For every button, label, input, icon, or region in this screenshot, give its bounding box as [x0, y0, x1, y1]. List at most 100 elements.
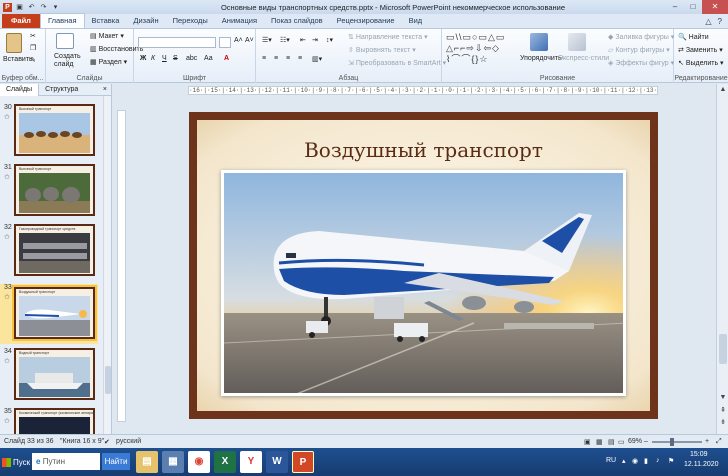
- align-right-icon[interactable]: ≡: [286, 55, 290, 62]
- slide-thumbnail-31[interactable]: 31 ✩ Вьючный транспорт: [0, 164, 104, 220]
- clock-time[interactable]: 15:09: [690, 451, 708, 458]
- language-indicator[interactable]: русский: [116, 438, 141, 445]
- taskbar-search-input[interactable]: e Путин: [32, 453, 100, 470]
- thumbnail-frame[interactable]: Водный транспорт: [14, 348, 95, 400]
- scrollbar-thumb[interactable]: [105, 366, 111, 394]
- zoom-slider-thumb[interactable]: [670, 438, 674, 446]
- chrome-icon[interactable]: ◉: [188, 451, 210, 473]
- align-text-button[interactable]: ⇳ Выровнять текст ▾: [348, 46, 416, 54]
- decrease-indent-icon[interactable]: ⇤: [300, 36, 306, 44]
- shape-outline-button[interactable]: ▱ Контур фигуры ▾: [608, 46, 670, 54]
- justify-icon[interactable]: ≡: [298, 55, 302, 62]
- shrink-font-icon[interactable]: A˅: [245, 37, 254, 44]
- change-case-button[interactable]: Аа: [204, 55, 213, 62]
- font-name-combo[interactable]: [138, 37, 216, 48]
- thumbnail-scrollbar[interactable]: [103, 96, 111, 434]
- file-explorer-icon[interactable]: ▤: [136, 451, 158, 473]
- next-slide-icon[interactable]: ⇟: [717, 418, 728, 426]
- maximize-button[interactable]: □: [684, 0, 702, 14]
- find-button[interactable]: 🔍 Найти: [678, 33, 709, 41]
- spellcheck-icon[interactable]: ✔: [104, 438, 110, 446]
- slide-thumbnail-30[interactable]: 30 ✩ Вьючный транспорт: [0, 104, 104, 160]
- shape-effects-button[interactable]: ◈ Эффекты фигур ▾: [608, 59, 674, 67]
- align-center-icon[interactable]: ≡: [274, 55, 278, 62]
- slideshow-view-icon[interactable]: ▭: [618, 438, 625, 446]
- shapes-gallery[interactable]: ▭\\▭○▭△▭ △⌐⌐⇨⇩⇦◇ ⌇⌒⌒{}☆: [446, 32, 512, 66]
- smartart-button[interactable]: ⇲ Преобразовать в SmartArt ▾: [348, 59, 446, 67]
- spacing-button[interactable]: abc: [186, 55, 197, 62]
- format-painter-icon[interactable]: ✎: [30, 56, 36, 64]
- zoom-slider[interactable]: [652, 441, 702, 443]
- powerpoint-logo-icon[interactable]: P: [3, 2, 12, 12]
- slide-photo[interactable]: [221, 170, 626, 396]
- tab-outline[interactable]: Структура: [39, 84, 84, 96]
- tab-slides[interactable]: Слайды: [0, 84, 40, 96]
- section-button[interactable]: ▦ Раздел ▾: [90, 58, 127, 66]
- scrollbar-thumb[interactable]: [719, 334, 727, 364]
- zoom-level[interactable]: 69%: [628, 438, 642, 445]
- fit-slide-icon[interactable]: ⤢: [716, 438, 722, 446]
- close-button[interactable]: ✕: [702, 0, 728, 14]
- tab-review[interactable]: Рецензирование: [330, 14, 402, 28]
- cut-icon[interactable]: ✂: [30, 32, 36, 40]
- network-icon[interactable]: ▮: [644, 457, 648, 465]
- replace-button[interactable]: ⇄ Заменить ▾: [678, 46, 723, 54]
- ribbon-collapse-icon[interactable]: △: [705, 17, 711, 26]
- slide-thumbnail-33[interactable]: 33 ✩ Воздушный транспорт: [0, 284, 98, 344]
- thumbnail-frame[interactable]: Вьючный транспорт: [14, 104, 95, 156]
- italic-button[interactable]: К: [151, 55, 155, 62]
- quick-styles-button[interactable]: Экспресс-стили: [558, 55, 609, 62]
- slide-thumbnail-35[interactable]: 35 ✩ Космический транспорт (космические …: [0, 408, 104, 434]
- clock-date[interactable]: 12.11.2020: [684, 461, 719, 468]
- redo-icon[interactable]: ↷: [39, 3, 48, 12]
- align-left-icon[interactable]: ≡: [262, 55, 266, 62]
- help-icon[interactable]: ?: [718, 17, 722, 26]
- bullets-icon[interactable]: ☰▾: [262, 36, 272, 44]
- calculator-icon[interactable]: ▦: [162, 451, 184, 473]
- font-color-icon[interactable]: A: [224, 55, 229, 62]
- thumbnail-frame[interactable]: Вьючный транспорт: [14, 164, 95, 216]
- taskbar-find-button[interactable]: Найти: [102, 453, 130, 470]
- customize-toolbar-icon[interactable]: ▾: [51, 3, 60, 12]
- zoom-in-button[interactable]: +: [705, 438, 709, 445]
- slide-thumbnail-32[interactable]: 32 ✩ Газопроводный транспорт средств: [0, 224, 104, 280]
- volume-icon[interactable]: ♪: [656, 457, 660, 464]
- font-size-combo[interactable]: [219, 37, 231, 48]
- tray-show-hidden-icon[interactable]: ▴: [622, 457, 626, 465]
- columns-icon[interactable]: ▥▾: [312, 55, 322, 63]
- arrange-button[interactable]: Упорядочить: [520, 55, 562, 62]
- arrange-icon[interactable]: [530, 33, 548, 51]
- new-slide-button[interactable]: Создать слайд: [54, 53, 84, 69]
- select-button[interactable]: ↖ Выделить ▾: [678, 59, 724, 67]
- paste-button[interactable]: Вставить: [3, 56, 33, 63]
- tab-animation[interactable]: Анимация: [215, 14, 264, 28]
- thumbnail-frame[interactable]: Космический транспорт (космические аппар…: [14, 408, 95, 434]
- prev-slide-icon[interactable]: ⇞: [717, 406, 728, 414]
- bold-button[interactable]: Ж: [140, 55, 146, 62]
- tab-slideshow[interactable]: Показ слайдов: [264, 14, 330, 28]
- flag-icon[interactable]: ⚑: [668, 457, 674, 465]
- thumbnail-frame[interactable]: Газопроводный транспорт средств: [14, 224, 95, 276]
- sorter-view-icon[interactable]: ▦: [596, 438, 603, 446]
- paste-icon[interactable]: [6, 33, 22, 53]
- save-icon[interactable]: ▣: [15, 3, 24, 12]
- strikethrough-button[interactable]: S: [173, 55, 178, 62]
- tray-app-icon[interactable]: ◉: [632, 457, 638, 465]
- scroll-down-icon[interactable]: ▼: [717, 394, 728, 401]
- undo-icon[interactable]: ↶: [27, 3, 36, 12]
- tab-view[interactable]: Вид: [402, 14, 430, 28]
- zoom-out-button[interactable]: –: [644, 438, 648, 445]
- copy-icon[interactable]: ❐: [30, 44, 36, 52]
- excel-icon[interactable]: X: [214, 451, 236, 473]
- theme-name[interactable]: "Книга 16 x 9": [60, 438, 104, 445]
- tab-transitions[interactable]: Переходы: [166, 14, 215, 28]
- language-tray[interactable]: RU: [606, 457, 616, 464]
- grow-font-icon[interactable]: A˄: [234, 37, 243, 44]
- underline-button[interactable]: Ч: [162, 55, 167, 62]
- tab-design[interactable]: Дизайн: [126, 14, 165, 28]
- normal-view-icon[interactable]: ▣: [584, 438, 591, 446]
- line-spacing-icon[interactable]: ↕▾: [326, 36, 333, 44]
- start-button[interactable]: Пуск: [2, 454, 30, 470]
- scroll-up-icon[interactable]: ▲: [717, 86, 728, 93]
- pane-close-button[interactable]: ×: [103, 86, 111, 93]
